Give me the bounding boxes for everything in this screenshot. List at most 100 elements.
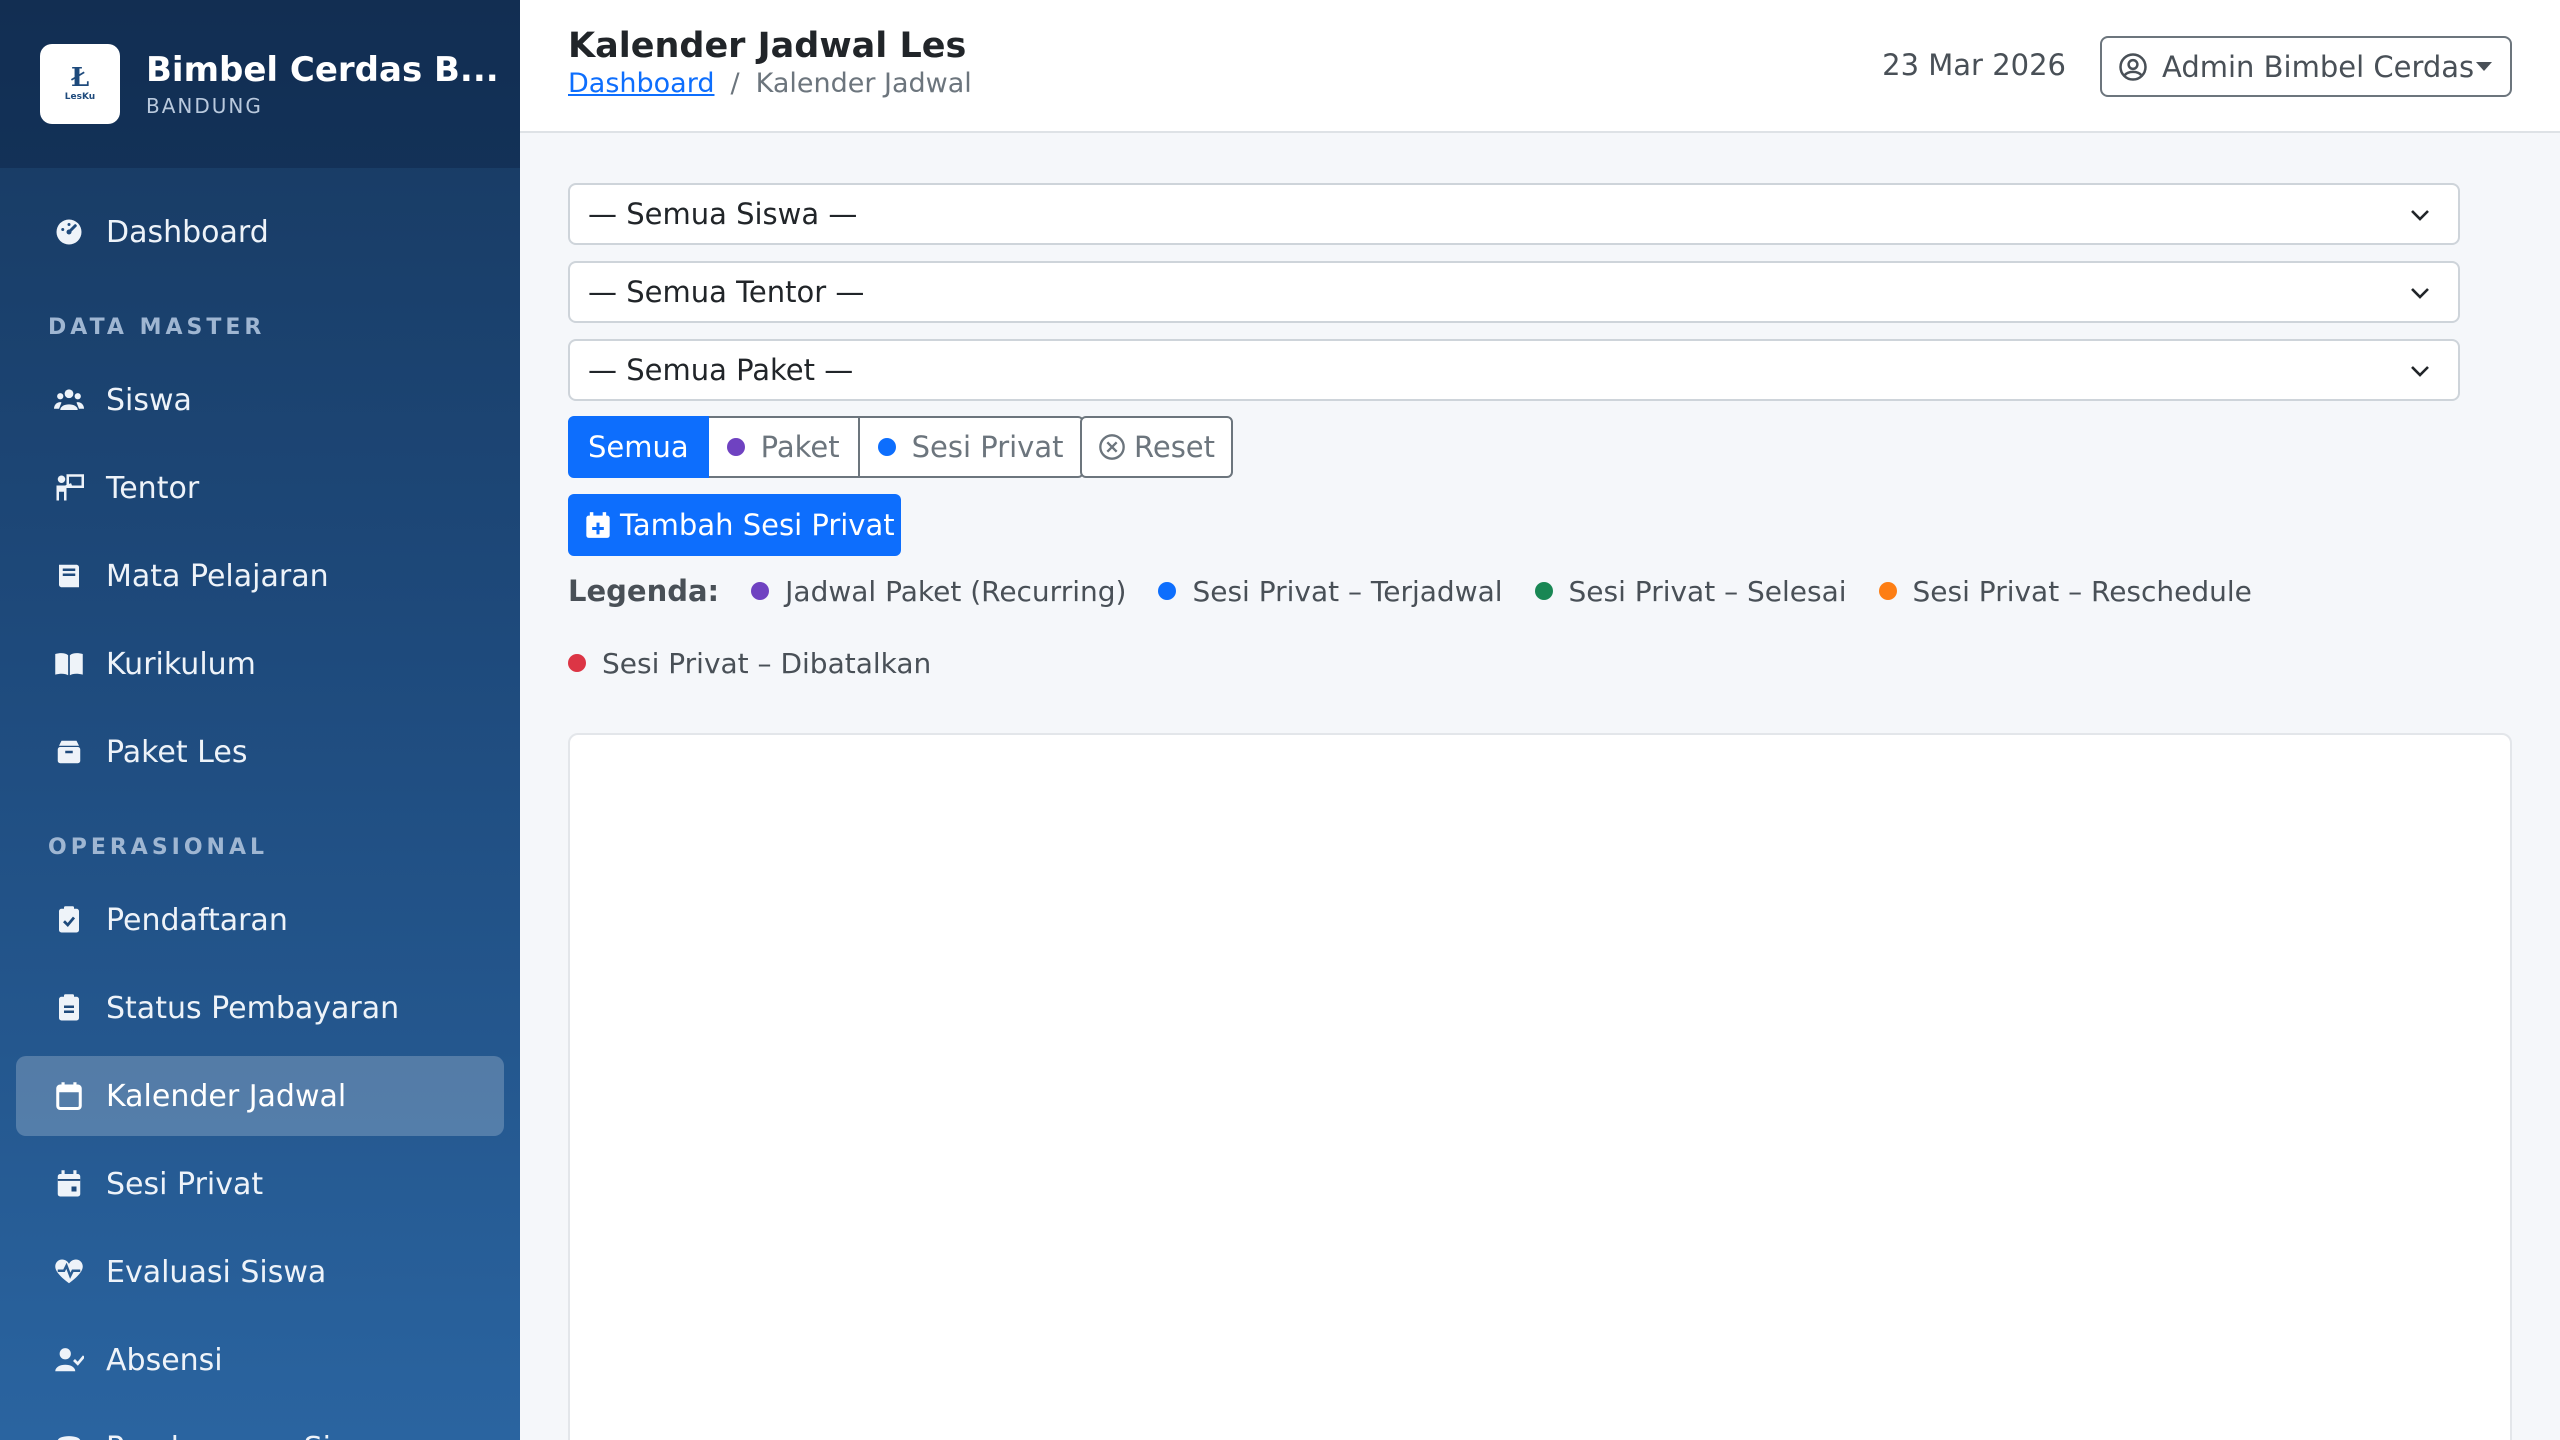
user-menu-button[interactable]: Admin Bimbel Cerdas — [2100, 36, 2512, 97]
sidebar-item-evaluasi-siswa[interactable]: Evaluasi Siswa — [16, 1232, 504, 1312]
book-logo-icon: Ł — [70, 63, 90, 93]
sidebar-nav: Dashboard DATA MASTER Siswa Tentor Mata … — [0, 168, 520, 1440]
sidebar-item-label: Pendaftaran — [106, 902, 288, 938]
sidebar-item-sesi-privat[interactable]: Sesi Privat — [16, 1144, 504, 1224]
blue-dot-icon — [1158, 582, 1177, 600]
breadcrumb-separator: / — [730, 68, 740, 99]
topbar: Kalender Jadwal Les Dashboard / Kalender… — [520, 0, 2560, 133]
sidebar-item-label: Evaluasi Siswa — [106, 1254, 327, 1290]
calendar-plus-icon — [586, 512, 610, 538]
logo-text: LesKu — [64, 92, 96, 102]
user-name: Admin Bimbel Cerdas — [2162, 49, 2475, 84]
reset-button[interactable]: Reset — [1080, 416, 1234, 478]
sidebar-item-label: Absensi — [106, 1342, 223, 1378]
sidebar-item-tentor[interactable]: Tentor — [16, 448, 504, 528]
legend-label: Sesi Privat – Reschedule — [1912, 574, 2252, 608]
legend: Legenda: Jadwal Paket (Recurring) Sesi P… — [568, 569, 2518, 613]
sidebar-item-absensi[interactable]: Absensi — [16, 1320, 504, 1400]
legend-label: Sesi Privat – Dibatalkan — [602, 646, 932, 680]
add-sesi-privat-label: Tambah Sesi Privat — [620, 508, 895, 542]
legend-item-selesai: Sesi Privat – Selesai — [1534, 569, 1847, 613]
caret-down-icon — [2476, 62, 2492, 71]
brand-logo: Ł LesKu — [40, 44, 120, 124]
legend-item-terjadwal: Sesi Privat – Terjadwal — [1158, 569, 1503, 613]
section-data-master: DATA MASTER — [48, 315, 266, 340]
toggle-paket-label: Paket — [760, 430, 840, 464]
clipboard-icon — [54, 993, 84, 1023]
reset-label: Reset — [1134, 430, 1216, 464]
x-circle-icon — [1099, 434, 1125, 460]
sidebar-item-label: Paket Les — [106, 734, 248, 770]
legend-item-reschedule: Sesi Privat – Reschedule — [1878, 569, 2252, 613]
legend-item-paket: Jadwal Paket (Recurring) — [751, 569, 1126, 613]
brand-city: BANDUNG — [146, 94, 263, 118]
filter-tentor-select[interactable]: — Semua Tentor — — [568, 261, 2460, 323]
toggle-semua-button[interactable]: Semua — [568, 416, 709, 478]
toggle-sesi-privat-button[interactable]: Sesi Privat — [859, 416, 1084, 478]
heart-pulse-icon — [54, 1257, 84, 1287]
chevron-down-icon — [2411, 210, 2429, 221]
filter-siswa-value: — Semua Siswa — — [588, 197, 858, 231]
sidebar-item-label: Sesi Privat — [106, 1166, 264, 1202]
sidebar-item-mata-pelajaran[interactable]: Mata Pelajaran — [16, 536, 504, 616]
clipboard-check-icon — [54, 905, 84, 935]
sidebar-item-status-pembayaran[interactable]: Status Pembayaran — [16, 968, 504, 1048]
page-title: Kalender Jadwal Les — [568, 26, 967, 66]
calendar-container[interactable] — [568, 733, 2512, 1440]
section-operasional: OPERASIONAL — [48, 835, 269, 860]
chevron-down-icon — [2411, 288, 2429, 299]
sidebar-item-label: Kurikulum — [106, 646, 256, 682]
current-date: 23 Mar 2026 — [1882, 48, 2066, 82]
purple-dot-icon — [726, 438, 745, 456]
sidebar: Ł LesKu Bimbel Cerdas B... BANDUNG Dashb… — [0, 0, 520, 1440]
sidebar-item-kalender-jadwal[interactable]: Kalender Jadwal — [16, 1056, 504, 1136]
filter-paket-select[interactable]: — Semua Paket — — [568, 339, 2460, 401]
breadcrumb: Dashboard / Kalender Jadwal — [568, 68, 972, 99]
sidebar-item-label: Siswa — [106, 382, 192, 418]
sidebar-item-pembayaran-siswa[interactable]: Pembayaran Siswa — [16, 1408, 504, 1440]
legend-item-dibatalkan: Sesi Privat – Dibatalkan — [568, 641, 931, 685]
sidebar-item-siswa[interactable]: Siswa — [16, 360, 504, 440]
red-dot-icon — [568, 654, 586, 672]
sidebar-item-label: Tentor — [106, 470, 200, 506]
sidebar-item-pendaftaran[interactable]: Pendaftaran — [16, 880, 504, 960]
main-content: — Semua Siswa — — Semua Tentor — — Semua… — [568, 133, 2512, 1440]
open-book-icon — [54, 649, 84, 679]
sidebar-item-label: Pembayaran Siswa — [106, 1431, 389, 1440]
blue-dot-icon — [877, 438, 896, 456]
calendar-icon — [54, 1081, 84, 1111]
breadcrumb-current: Kalender Jadwal — [755, 68, 972, 99]
sidebar-item-label: Mata Pelajaran — [106, 558, 329, 594]
legend-label: Sesi Privat – Terjadwal — [1192, 574, 1503, 608]
user-check-icon — [54, 1345, 84, 1375]
purple-dot-icon — [751, 582, 770, 600]
sidebar-item-kurikulum[interactable]: Kurikulum — [16, 624, 504, 704]
legend-title: Legenda: — [568, 574, 720, 608]
green-dot-icon — [1534, 582, 1553, 600]
chevron-down-icon — [2411, 366, 2429, 377]
filter-tentor-value: — Semua Tentor — — [588, 275, 865, 309]
type-toggle-group: Semua Paket Sesi Privat — [568, 416, 1084, 478]
sidebar-item-dashboard[interactable]: Dashboard — [16, 192, 504, 272]
legend-label: Sesi Privat – Selesai — [1568, 574, 1847, 608]
legend-label: Jadwal Paket (Recurring) — [785, 574, 1127, 608]
brand-name: Bimbel Cerdas B... — [146, 50, 499, 90]
add-sesi-privat-button[interactable]: Tambah Sesi Privat — [568, 494, 901, 556]
sidebar-item-paket-les[interactable]: Paket Les — [16, 712, 504, 792]
users-icon — [54, 385, 84, 415]
breadcrumb-dashboard-link[interactable]: Dashboard — [568, 68, 714, 99]
calendar-event-icon — [54, 1169, 84, 1199]
speedometer-icon — [54, 217, 84, 247]
sidebar-item-label: Kalender Jadwal — [106, 1078, 347, 1114]
filter-paket-value: — Semua Paket — — [588, 353, 854, 387]
teacher-icon — [54, 473, 84, 503]
brand[interactable]: Ł LesKu Bimbel Cerdas B... BANDUNG — [0, 0, 520, 168]
book-icon — [54, 561, 84, 591]
filter-siswa-select[interactable]: — Semua Siswa — — [568, 183, 2460, 245]
toggle-paket-button[interactable]: Paket — [708, 416, 860, 478]
coins-icon — [54, 1433, 84, 1440]
orange-dot-icon — [1878, 582, 1897, 600]
sidebar-item-label: Status Pembayaran — [106, 990, 400, 1026]
sidebar-item-label: Dashboard — [106, 214, 269, 250]
box-icon — [54, 737, 84, 767]
